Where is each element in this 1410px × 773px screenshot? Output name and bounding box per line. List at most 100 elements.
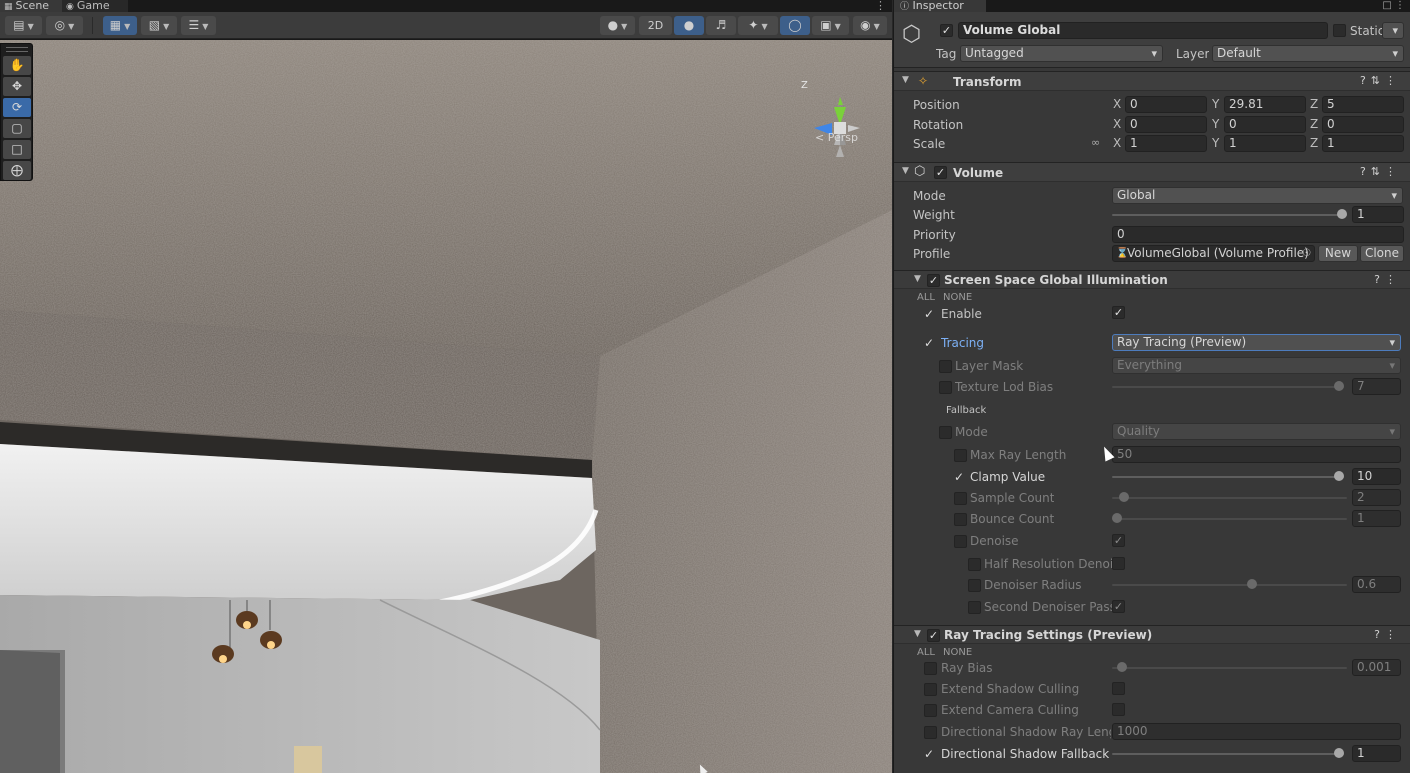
clamp-override-checkbox[interactable]: ✓ — [954, 470, 964, 484]
increment-snap-button[interactable]: ▧ ▼ — [141, 16, 177, 35]
position-z-field[interactable]: 5 — [1322, 96, 1404, 113]
extend-camera-override-checkbox[interactable] — [924, 704, 937, 717]
scene-menu-dots-icon[interactable]: ⋮ — [875, 0, 886, 11]
sample-count-override-checkbox[interactable] — [954, 492, 967, 505]
tracing-override-checkbox[interactable]: ✓ — [924, 336, 934, 350]
rotation-label[interactable]: Rotation — [913, 118, 963, 132]
priority-label[interactable]: Priority — [913, 228, 956, 242]
rect-tool[interactable]: □ — [3, 140, 31, 159]
denoiser-radius-slider-knob[interactable] — [1247, 579, 1257, 589]
object-active-checkbox[interactable]: ✓ — [940, 24, 953, 37]
menu-dots-icon[interactable]: ⋮ — [1385, 74, 1401, 87]
max-ray-override-checkbox[interactable] — [954, 449, 967, 462]
audio-toggle-button[interactable]: ♬ — [706, 16, 736, 35]
denoise-checkbox[interactable]: ✓ — [1112, 534, 1125, 547]
help-icon[interactable]: ? — [1374, 628, 1385, 641]
rotation-x-field[interactable]: 0 — [1125, 116, 1207, 133]
transform-header[interactable]: ▼ ✧ Transform ?⇅⋮ — [894, 71, 1410, 91]
denoise-override-checkbox[interactable] — [954, 535, 967, 548]
bounce-count-slider-knob[interactable] — [1112, 513, 1122, 523]
half-res-checkbox[interactable] — [1112, 557, 1125, 570]
volume-header[interactable]: ▼ ⬡ ✓ Volume ?⇅⋮ — [894, 162, 1410, 182]
ray-bias-field[interactable]: 0.001 — [1352, 659, 1401, 676]
scale-y-axis[interactable]: Y — [1212, 136, 1219, 150]
texture-lod-slider[interactable] — [1112, 386, 1344, 388]
help-icon[interactable]: ? — [1360, 74, 1371, 87]
priority-field[interactable]: 0 — [1112, 226, 1404, 243]
position-x-axis[interactable]: X — [1113, 97, 1121, 111]
weight-field[interactable]: 1 — [1352, 206, 1404, 223]
ssgi-enabled-checkbox[interactable]: ✓ — [927, 274, 940, 287]
component-icons[interactable]: ?⋮ — [1374, 628, 1401, 641]
persp-label[interactable]: < Persp — [815, 131, 858, 144]
scale-x-axis[interactable]: X — [1113, 136, 1121, 150]
tag-dropdown[interactable]: Untagged — [960, 45, 1163, 62]
volume-mode-dropdown[interactable]: Global — [1112, 187, 1403, 204]
half-res-override-checkbox[interactable] — [968, 558, 981, 571]
tab-game[interactable]: ◉ Game — [62, 0, 128, 12]
tab-inspector[interactable]: ⓘ Inspector — [894, 0, 986, 12]
extend-camera-checkbox[interactable] — [1112, 703, 1125, 716]
denoiser-radius-override-checkbox[interactable] — [968, 579, 981, 592]
fold-arrow-icon[interactable]: ▼ — [902, 166, 909, 176]
dir-shadow-fallback-override-checkbox[interactable]: ✓ — [924, 747, 934, 761]
palette-grip[interactable] — [6, 47, 28, 52]
static-dropdown[interactable] — [1382, 22, 1404, 39]
second-denoiser-checkbox[interactable]: ✓ — [1112, 600, 1125, 613]
texture-lod-field[interactable]: 7 — [1352, 378, 1401, 395]
fallback-mode-override-checkbox[interactable] — [939, 426, 952, 439]
scale-z-field[interactable]: 1 — [1322, 135, 1404, 152]
sample-count-slider-knob[interactable] — [1118, 492, 1129, 502]
rotation-y-field[interactable]: 0 — [1224, 116, 1306, 133]
dir-shadow-len-override-checkbox[interactable] — [924, 726, 937, 739]
component-icons[interactable]: ?⇅⋮ — [1360, 165, 1401, 178]
texture-lod-slider-knob[interactable] — [1334, 381, 1344, 391]
clamp-slider-knob[interactable] — [1334, 471, 1344, 481]
second-denoiser-override-checkbox[interactable] — [968, 601, 981, 614]
position-x-field[interactable]: 0 — [1125, 96, 1207, 113]
inspector-tab-icons[interactable]: □ ⋮ — [1382, 0, 1405, 11]
scene-visibility-button[interactable]: ◯ — [780, 16, 810, 35]
help-icon[interactable]: ? — [1360, 165, 1371, 178]
ray-bias-slider[interactable] — [1112, 667, 1347, 669]
preset-icon[interactable]: ⇅ — [1371, 74, 1385, 87]
gizmos-button[interactable]: ◉ ▼ — [853, 16, 887, 35]
bounce-count-field[interactable]: 1 — [1352, 510, 1401, 527]
scale-y-field[interactable]: 1 — [1224, 135, 1306, 152]
fallback-mode-dropdown[interactable]: Quality — [1112, 423, 1401, 440]
dir-shadow-fallback-field[interactable]: 1 — [1352, 745, 1401, 762]
rotation-z-field[interactable]: 0 — [1322, 116, 1404, 133]
layer-mask-dropdown[interactable]: Everything — [1112, 357, 1401, 374]
texture-lod-override-checkbox[interactable] — [939, 381, 952, 394]
help-icon[interactable]: ? — [1374, 273, 1385, 286]
camera-button[interactable]: ▣ ▼ — [812, 16, 849, 35]
volume-enabled-checkbox[interactable]: ✓ — [934, 166, 947, 179]
object-name-field[interactable]: Volume Global — [958, 22, 1328, 39]
fold-arrow-icon[interactable]: ▼ — [902, 75, 909, 85]
scale-x-field[interactable]: 1 — [1125, 135, 1207, 152]
extend-shadow-checkbox[interactable] — [1112, 682, 1125, 695]
enable-override-checkbox[interactable]: ✓ — [924, 307, 934, 321]
draw-mode-button[interactable]: ▤ ▼ — [5, 16, 42, 35]
preset-icon[interactable]: ⇅ — [1371, 165, 1385, 178]
scale-z-axis[interactable]: Z — [1310, 136, 1318, 150]
menu-dots-icon[interactable]: ⋮ — [1385, 628, 1401, 641]
ssgi-none-button[interactable]: NONE — [943, 291, 972, 305]
rotate-tool[interactable]: ⟳ — [3, 98, 31, 117]
dir-shadow-len-field[interactable]: 1000 — [1112, 723, 1401, 740]
render-mode-button[interactable]: ● ▼ — [600, 16, 635, 35]
bounce-count-slider[interactable] — [1112, 518, 1347, 520]
weight-slider[interactable] — [1112, 214, 1347, 216]
static-checkbox[interactable] — [1333, 24, 1346, 37]
dir-shadow-fallback-slider[interactable] — [1112, 753, 1344, 755]
rotation-z-axis[interactable]: Z — [1310, 117, 1318, 131]
ray-bias-override-checkbox[interactable] — [924, 662, 937, 675]
tab-scene[interactable]: ▦ Scene — [0, 0, 62, 12]
tracing-dropdown[interactable]: Ray Tracing (Preview) — [1112, 334, 1401, 351]
new-profile-button[interactable]: New — [1318, 245, 1358, 262]
clone-profile-button[interactable]: Clone — [1360, 245, 1404, 262]
position-y-field[interactable]: 29.81 — [1224, 96, 1306, 113]
grid-snap-button[interactable]: ▦ ▼ — [103, 16, 137, 35]
scene-viewport[interactable]: Z < Persp — [0, 40, 892, 773]
dir-shadow-fallback-slider-knob[interactable] — [1334, 748, 1344, 758]
